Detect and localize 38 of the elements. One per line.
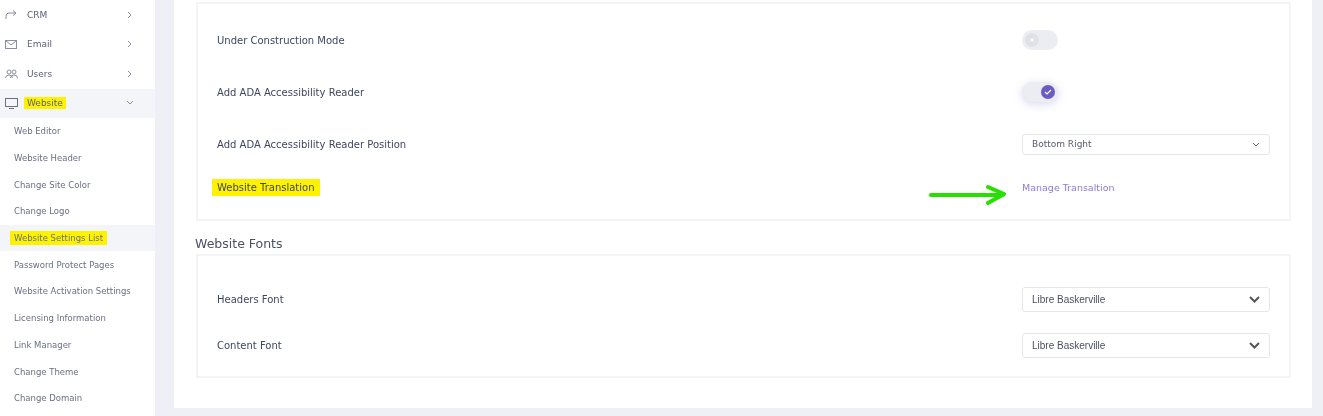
share-icon [5, 9, 17, 20]
toggle-switch[interactable] [1022, 82, 1058, 102]
submenu-item[interactable]: Password Protect Pages [0, 251, 155, 279]
sidebar-item[interactable]: Users [0, 59, 155, 89]
setting-label: Content Font [216, 338, 283, 353]
setting-label: Add ADA Accessibility Reader Position [216, 137, 408, 152]
dropdown-field[interactable]: Libre Baskerville [1022, 286, 1270, 312]
submenu-item[interactable]: Website Activation Settings [0, 278, 155, 305]
link[interactable]: Manage Transaltion [1022, 181, 1115, 193]
submenu-item[interactable]: Link Manager [0, 331, 155, 359]
submenu-item[interactable]: Change Domain [0, 384, 155, 412]
submenu-item[interactable]: Web Editor [0, 118, 155, 145]
chevron-icon [1252, 141, 1260, 147]
submenu-item[interactable]: Licensing Information [0, 304, 155, 332]
sidebar-item[interactable]: Email [0, 29, 155, 59]
setting-label: Website Translation [212, 178, 320, 196]
submenu-item[interactable]: Change Logo [0, 198, 155, 225]
toggle-switch[interactable] [1022, 30, 1058, 50]
arrow-icon [928, 183, 1008, 205]
close-icon [1029, 37, 1035, 43]
chevron-icon [1249, 295, 1260, 303]
dropdown-field[interactable]: Libre Baskerville [1022, 332, 1270, 358]
chevron-icon [1249, 341, 1260, 349]
monitor-icon [5, 97, 18, 109]
setting-label: Under Construction Mode [216, 33, 346, 48]
sidebar-item[interactable]: CRM [0, 0, 155, 30]
setting-label: Add ADA Accessibility Reader [216, 85, 366, 100]
sidebar-item[interactable]: Website [0, 88, 155, 118]
users-icon [5, 69, 18, 79]
dropdown-field[interactable]: Bottom Right [1022, 133, 1270, 155]
setting-label: Headers Font [216, 292, 285, 307]
submenu-item[interactable]: Website Settings List [0, 224, 155, 252]
mail-icon [5, 39, 17, 49]
submenu-item[interactable]: Website Header [0, 144, 155, 172]
submenu-item[interactable]: Change Site Color [0, 171, 155, 199]
check-icon [1044, 89, 1052, 95]
submenu-item[interactable]: Change Theme [0, 358, 155, 385]
section-title: Website Fonts [195, 236, 283, 251]
